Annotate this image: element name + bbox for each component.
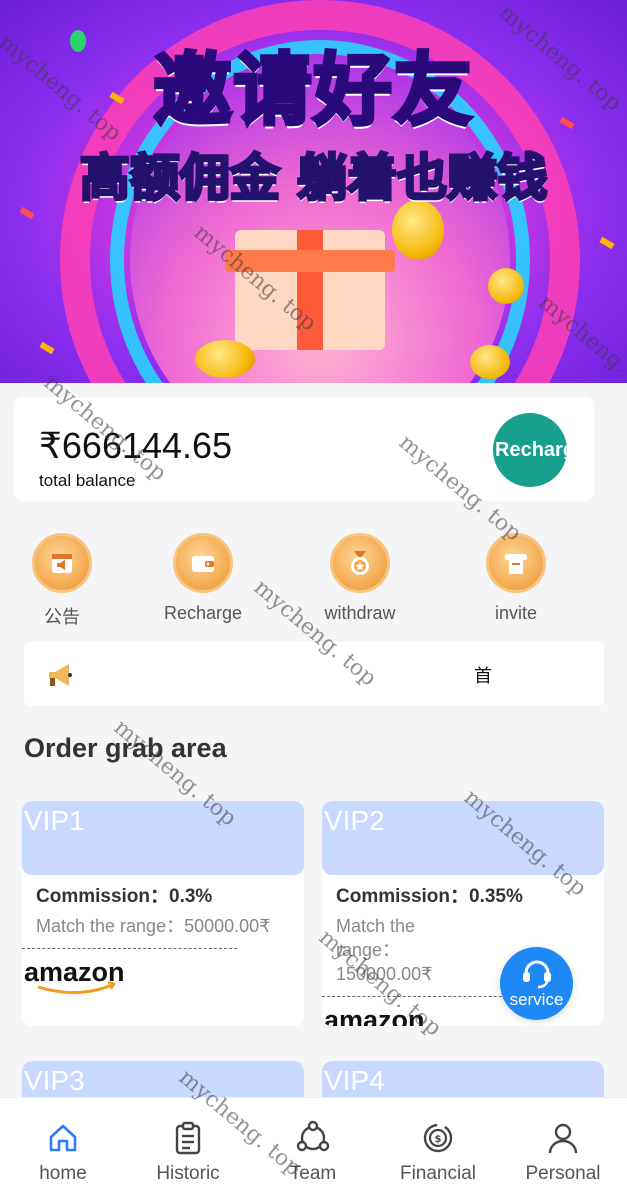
vip-name: VIP2 xyxy=(322,801,604,875)
vip-card[interactable]: VIP1 Commission：0.3% Match the range：500… xyxy=(22,801,304,1026)
vip-range: Match the range：150000.00₹ xyxy=(336,916,433,984)
coin xyxy=(195,340,255,378)
notice-bar[interactable]: 首 xyxy=(24,642,604,706)
coin xyxy=(470,345,510,379)
balance-amount: ₹666144.65 xyxy=(39,425,233,466)
amazon-logo: amazon xyxy=(22,949,304,1000)
notice-text: 首 xyxy=(474,666,492,686)
recharge-button[interactable]: Recharge xyxy=(493,413,567,487)
quick-action-label: invite xyxy=(494,603,538,623)
person-icon xyxy=(548,1123,578,1154)
quick-action-invite[interactable]: invite xyxy=(471,533,561,624)
vip-commission: Commission：0.35% xyxy=(336,886,523,907)
tab-personal[interactable]: Personal xyxy=(513,1120,613,1185)
medal-icon xyxy=(330,533,390,593)
team-icon xyxy=(296,1120,330,1152)
service-button[interactable]: service xyxy=(500,947,573,1020)
vip-commission: Commission：0.3% xyxy=(36,886,213,907)
atm-icon xyxy=(486,533,546,593)
balance-card: ₹666144.65 total balance Recharge xyxy=(14,397,594,501)
vip-range: Match the range：50000.00₹ xyxy=(36,916,271,936)
service-label: service xyxy=(509,990,564,1009)
quick-action-label: 公告 xyxy=(44,607,80,627)
announcement-icon xyxy=(32,533,92,593)
tab-label: Financial xyxy=(399,1163,477,1184)
quick-action-label: Recharge xyxy=(163,603,243,623)
quick-action-announcement[interactable]: 公告 xyxy=(17,533,107,629)
quick-action-withdraw[interactable]: withdraw xyxy=(315,533,405,624)
home-icon xyxy=(49,1124,77,1152)
quick-action-label: withdraw xyxy=(324,603,396,623)
gift-box xyxy=(225,230,395,350)
promo-banner[interactable]: 邀请好友 高额佣金 躺着也赚钱 xyxy=(0,0,627,383)
confetti xyxy=(39,341,55,355)
financial-icon: $ xyxy=(423,1123,453,1153)
bottom-tab-bar: home Historic Team $ Financial Personal xyxy=(0,1097,627,1194)
headset-icon xyxy=(522,960,551,989)
vip-name: VIP1 xyxy=(22,801,304,875)
section-title: Order grab area xyxy=(24,733,227,763)
svg-text:amazon: amazon xyxy=(324,1005,425,1026)
megaphone-icon xyxy=(49,664,72,686)
tab-label: Team xyxy=(289,1163,337,1184)
banner-subtitle: 高额佣金 躺着也赚钱 xyxy=(78,148,548,209)
wallet-icon xyxy=(173,533,233,593)
tab-historic[interactable]: Historic xyxy=(138,1120,238,1185)
quick-action-recharge[interactable]: Recharge xyxy=(158,533,248,624)
banner-title: 邀请好友 xyxy=(151,44,474,138)
tab-financial[interactable]: $ Financial xyxy=(388,1120,488,1185)
tab-label: Historic xyxy=(156,1163,220,1184)
tab-label: home xyxy=(39,1163,87,1184)
confetti xyxy=(599,236,615,250)
tab-label: Personal xyxy=(525,1163,601,1184)
tab-team[interactable]: Team xyxy=(263,1120,363,1185)
coin xyxy=(488,268,524,304)
tab-home[interactable]: home xyxy=(13,1120,113,1185)
clipboard-icon xyxy=(175,1121,201,1155)
svg-text:$: $ xyxy=(435,1134,442,1145)
balance-label: total balance xyxy=(39,471,136,490)
